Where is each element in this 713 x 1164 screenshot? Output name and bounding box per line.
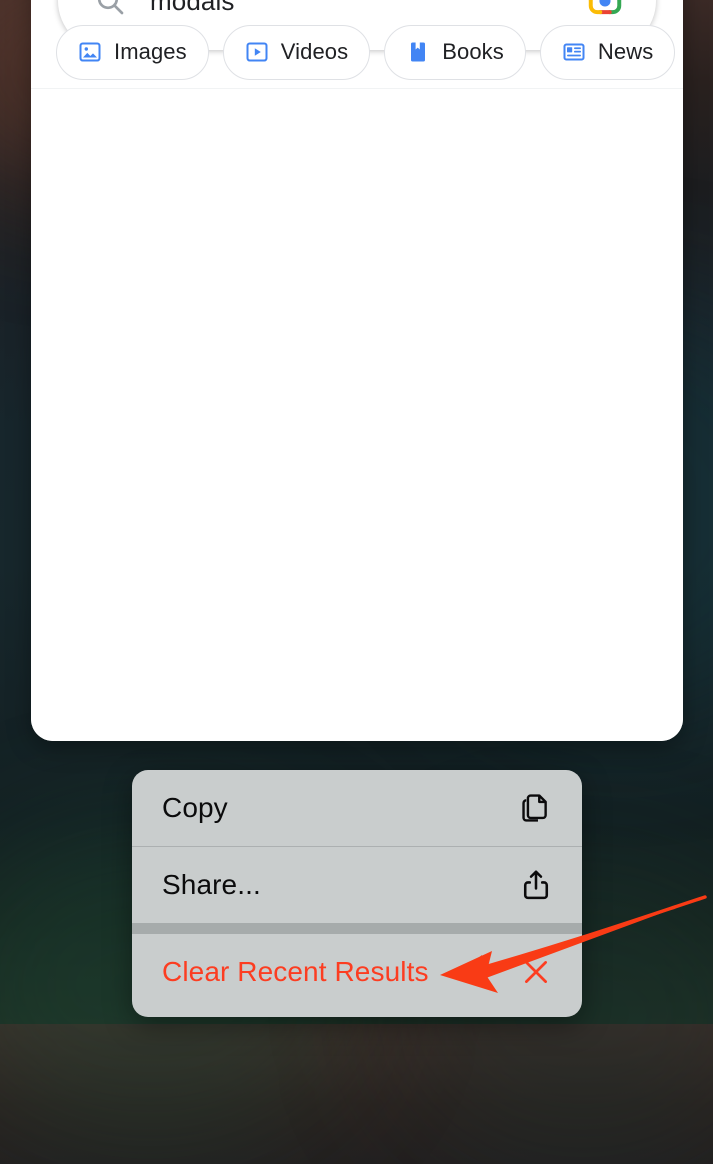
menu-item-label: Share...: [162, 869, 261, 900]
book-bookmark-icon: [406, 40, 430, 64]
google-search-card: modals Images Videos Books News: [31, 0, 683, 741]
share-upload-icon: [519, 868, 553, 902]
menu-item-label: Copy: [162, 792, 228, 823]
chip-label: Books: [442, 39, 504, 64]
chip-label: News: [597, 39, 654, 64]
menu-item-copy[interactable]: Copy: [132, 770, 582, 846]
search-input[interactable]: modals: [150, 0, 586, 17]
image-icon: [78, 40, 102, 64]
chip-label: Videos: [280, 39, 349, 64]
copy-documents-icon: [519, 791, 553, 825]
menu-item-clear-recent-results[interactable]: Clear Recent Results: [132, 934, 582, 1010]
search-icon: [94, 0, 126, 17]
chip-label: Images: [114, 39, 187, 64]
chip-books[interactable]: Books: [384, 24, 526, 80]
video-play-icon: [245, 40, 269, 64]
chip-videos[interactable]: Videos: [222, 24, 371, 80]
chip-images[interactable]: Images: [56, 24, 209, 80]
chip-news[interactable]: News: [539, 24, 676, 80]
menu-item-label: Clear Recent Results: [162, 956, 429, 987]
context-menu: Copy Share... Clear Recent Results: [132, 770, 582, 1017]
close-x-icon: [519, 955, 553, 989]
search-filter-chips: Images Videos Books News: [31, 16, 683, 88]
menu-item-share[interactable]: Share...: [132, 847, 582, 923]
search-results-area: [31, 89, 683, 741]
menu-group-divider: [132, 923, 582, 934]
newspaper-icon: [562, 40, 586, 64]
